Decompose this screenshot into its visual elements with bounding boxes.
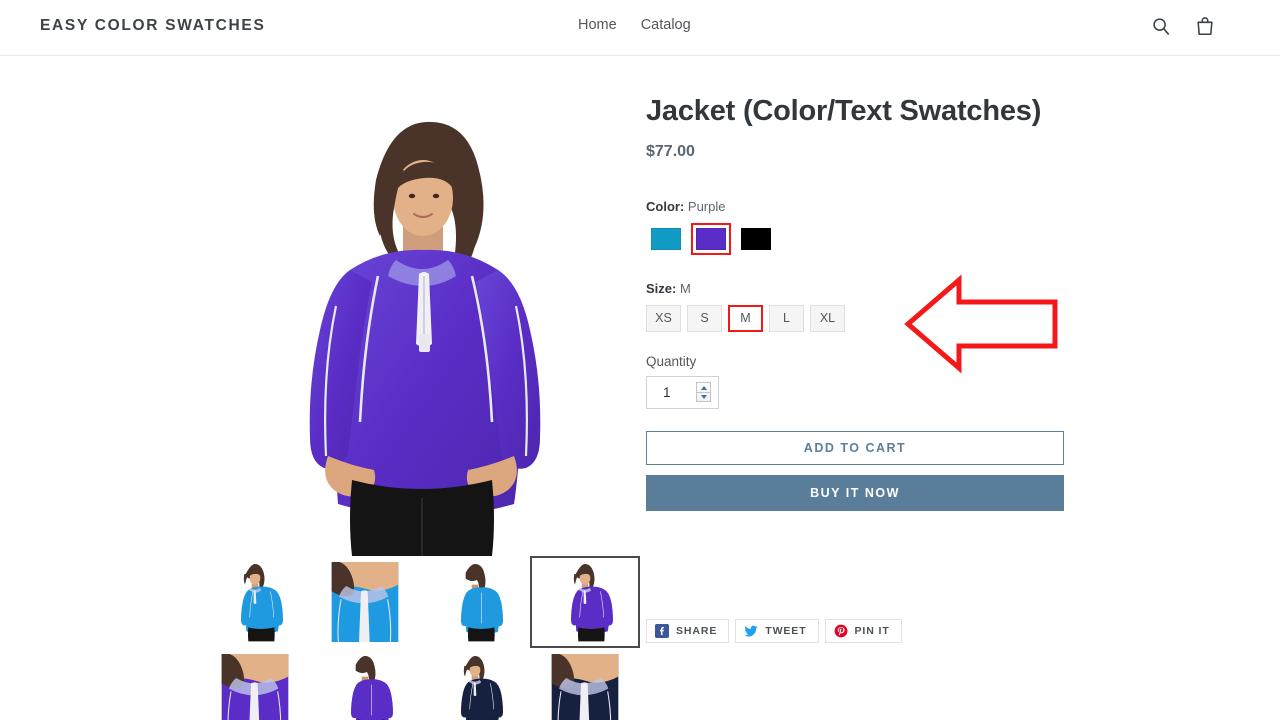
color-option-label: Color: Purple — [646, 199, 1066, 214]
thumbnail-item[interactable] — [310, 648, 420, 720]
share-twitter-label: TWEET — [765, 625, 807, 637]
size-button-xs[interactable]: XS — [646, 304, 681, 332]
site-header: EASY COLOR SWATCHES Home Catalog — [0, 0, 1280, 56]
size-option-label: Size: M — [646, 281, 1066, 296]
main-product-image[interactable] — [200, 94, 640, 556]
facebook-icon — [655, 624, 669, 638]
quantity-decrement-icon[interactable] — [697, 391, 710, 402]
thumbnail-item-selected[interactable] — [530, 556, 640, 648]
quantity-label: Quantity — [646, 353, 697, 369]
twitter-icon — [744, 625, 758, 637]
size-button-s[interactable]: S — [687, 304, 722, 332]
share-pinterest-button[interactable]: PIN IT — [824, 619, 902, 643]
nav-item-home[interactable]: Home — [578, 17, 617, 33]
color-swatch-row — [646, 222, 1066, 255]
thumbnail-item[interactable] — [420, 648, 530, 720]
size-button-l[interactable]: L — [769, 304, 804, 332]
quantity-increment-icon[interactable] — [697, 383, 710, 392]
search-icon[interactable] — [1150, 14, 1172, 38]
size-button-row: XS S M L XL — [646, 304, 1066, 332]
swatch-chip — [741, 227, 771, 250]
quantity-value[interactable]: 1 — [647, 385, 696, 400]
product-gallery — [200, 94, 640, 556]
thumbnail-item[interactable] — [530, 648, 640, 720]
thumbnail-image — [426, 562, 524, 642]
size-button-xl[interactable]: XL — [810, 304, 845, 332]
color-label-text: Color: — [646, 198, 685, 214]
shopping-bag-icon[interactable] — [1194, 14, 1216, 38]
quantity-stepper[interactable]: 1 — [646, 375, 719, 409]
thumbnail-image — [316, 562, 414, 642]
size-label-text: Size: — [646, 280, 677, 296]
main-navigation: Home Catalog — [578, 17, 691, 33]
color-selected-value: Purple — [687, 198, 726, 214]
share-facebook-label: SHARE — [676, 625, 718, 637]
swatch-chip — [696, 227, 726, 250]
share-pinterest-label: PIN IT — [854, 625, 890, 637]
product-price: $77.00 — [646, 142, 695, 160]
pinterest-icon — [834, 624, 847, 638]
thumbnail-strip — [200, 556, 640, 720]
color-swatch-purple-selected[interactable] — [691, 222, 731, 255]
size-button-m-selected[interactable]: M — [728, 304, 763, 332]
thumbnail-image — [426, 654, 524, 720]
add-to-cart-button[interactable]: ADD TO CART — [646, 430, 1064, 465]
thumbnail-image — [536, 562, 634, 642]
nav-item-catalog[interactable]: Catalog — [641, 17, 691, 33]
thumbnail-image — [536, 654, 634, 720]
product-page: Jacket (Color/Text Swatches) $77.00 Colo… — [0, 56, 1280, 720]
thumbnail-image — [206, 562, 304, 642]
brand-logo[interactable]: EASY COLOR SWATCHES — [40, 17, 266, 35]
share-facebook-button[interactable]: SHARE — [646, 619, 730, 643]
swatch-chip — [651, 227, 681, 250]
social-share-row: SHARE TWEET PIN IT — [646, 619, 902, 643]
color-swatch-black[interactable] — [736, 222, 776, 255]
buy-it-now-button[interactable]: BUY IT NOW — [646, 474, 1064, 511]
thumbnail-item[interactable] — [200, 556, 310, 648]
thumbnail-item[interactable] — [420, 556, 530, 648]
thumbnail-image — [206, 654, 304, 720]
share-twitter-button[interactable]: TWEET — [735, 619, 819, 643]
thumbnail-image — [316, 654, 414, 720]
thumbnail-item[interactable] — [200, 648, 310, 720]
color-swatch-blue[interactable] — [646, 222, 686, 255]
header-icons — [1150, 14, 1216, 38]
product-info: Jacket (Color/Text Swatches) $77.00 Colo… — [646, 94, 1066, 511]
quantity-spinner[interactable] — [696, 382, 711, 403]
size-selected-value: M — [679, 280, 691, 296]
product-title: Jacket (Color/Text Swatches) — [646, 95, 1042, 127]
thumbnail-item[interactable] — [310, 556, 420, 648]
